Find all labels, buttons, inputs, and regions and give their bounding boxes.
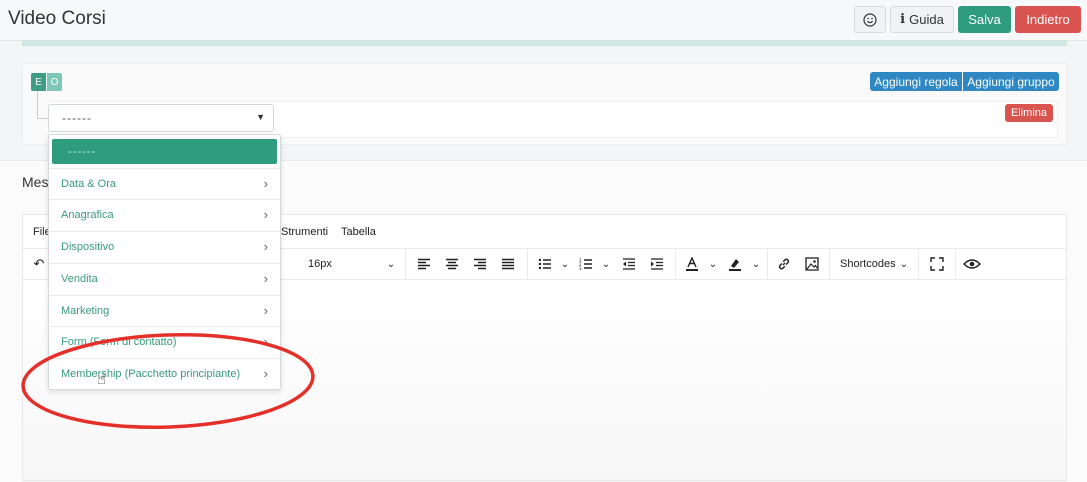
- info-icon: i: [900, 12, 906, 27]
- add-group-button[interactable]: Aggiungi gruppo: [963, 72, 1059, 91]
- menu-tabella[interactable]: Tabella: [341, 226, 376, 238]
- dropdown-item-marketing[interactable]: Marketing ›: [49, 295, 280, 326]
- hand-cursor-icon: ☝: [97, 371, 107, 388]
- dropdown-item-label: Marketing: [61, 305, 110, 317]
- align-center-icon[interactable]: [443, 254, 461, 274]
- menu-strumenti[interactable]: Strumenti: [281, 226, 328, 238]
- emoji-button[interactable]: [854, 6, 886, 33]
- page-title: Video Corsi: [8, 8, 106, 29]
- smiley-icon: [863, 12, 877, 27]
- indietro-button[interactable]: Indietro: [1015, 6, 1081, 33]
- font-size-select[interactable]: 16px: [308, 258, 332, 270]
- dropdown-item-form[interactable]: Form (Form di contatto) ›: [49, 326, 280, 357]
- dropdown-item-label: Membership (Pacchetto principiante): [61, 368, 241, 380]
- align-right-icon[interactable]: [471, 254, 489, 274]
- chevron-right-icon: ›: [263, 366, 268, 381]
- align-justify-icon[interactable]: [499, 254, 517, 274]
- salva-button[interactable]: Salva: [958, 6, 1011, 33]
- bullet-list-icon[interactable]: [536, 254, 554, 274]
- condition-or-toggle[interactable]: O: [47, 73, 62, 91]
- chevron-right-icon: ›: [263, 207, 268, 222]
- chevron-right-icon: ›: [263, 303, 268, 318]
- delete-rule-button[interactable]: Elimina: [1005, 104, 1053, 122]
- shortcodes-select[interactable]: Shortcodes: [840, 258, 896, 270]
- dropdown-item-label: Form (Form di contatto): [61, 336, 177, 348]
- dropdown-selected-option[interactable]: ------: [52, 139, 277, 164]
- undo-icon[interactable]: ↶: [30, 254, 48, 274]
- caret-down-icon: ▼: [256, 112, 265, 122]
- highlight-icon[interactable]: [727, 254, 743, 274]
- dropdown-item-label: Data & Ora: [61, 178, 117, 190]
- chevron-right-icon: ›: [263, 239, 268, 254]
- align-left-icon[interactable]: [415, 254, 433, 274]
- add-rule-button[interactable]: Aggiungi regola: [870, 72, 962, 91]
- preview-eye-icon[interactable]: [962, 254, 982, 274]
- condition-and-toggle[interactable]: E: [31, 73, 46, 91]
- chevron-right-icon: ›: [263, 271, 268, 286]
- rule-select-value: ------: [62, 111, 92, 125]
- link-icon[interactable]: [775, 254, 793, 274]
- guida-label: Guida: [909, 12, 944, 27]
- teal-strip: [22, 40, 1067, 46]
- dropdown-item-anagrafica[interactable]: Anagrafica ›: [49, 199, 280, 230]
- highlight-chevron-icon[interactable]: ⌄: [750, 254, 762, 274]
- numbered-list-icon[interactable]: 123: [577, 254, 595, 274]
- dropdown-item-label: Anagrafica: [61, 209, 114, 221]
- top-header: Video Corsi i Guida Salva Indietro: [0, 0, 1087, 41]
- text-color-chevron-icon[interactable]: ⌄: [707, 254, 719, 274]
- fullscreen-icon[interactable]: [928, 254, 946, 274]
- text-color-icon[interactable]: [684, 254, 700, 274]
- shortcodes-chevron-icon[interactable]: ⌄: [898, 254, 910, 274]
- dropdown-item-vendita[interactable]: Vendita ›: [49, 263, 280, 294]
- guida-button[interactable]: i Guida: [890, 6, 954, 33]
- font-size-chevron-icon[interactable]: ⌄: [384, 254, 398, 274]
- outdent-icon[interactable]: [620, 254, 638, 274]
- svg-text:3: 3: [579, 266, 582, 270]
- bullet-list-chevron-icon[interactable]: ⌄: [559, 254, 571, 274]
- indent-icon[interactable]: [648, 254, 666, 274]
- dropdown-item-label: Dispositivo: [61, 241, 115, 253]
- dropdown-item-dispositivo[interactable]: Dispositivo ›: [49, 231, 280, 262]
- chevron-right-icon: ›: [263, 176, 268, 191]
- numbered-list-chevron-icon[interactable]: ⌄: [600, 254, 612, 274]
- dropdown-item-data-ora[interactable]: Data & Ora ›: [49, 168, 280, 199]
- rule-field-select[interactable]: ------ ▼: [48, 104, 274, 132]
- dropdown-item-membership[interactable]: Membership (Pacchetto principiante) ›: [49, 358, 280, 389]
- image-icon[interactable]: [803, 254, 821, 274]
- chevron-right-icon: ›: [263, 334, 268, 349]
- dropdown-item-label: Vendita: [61, 273, 98, 285]
